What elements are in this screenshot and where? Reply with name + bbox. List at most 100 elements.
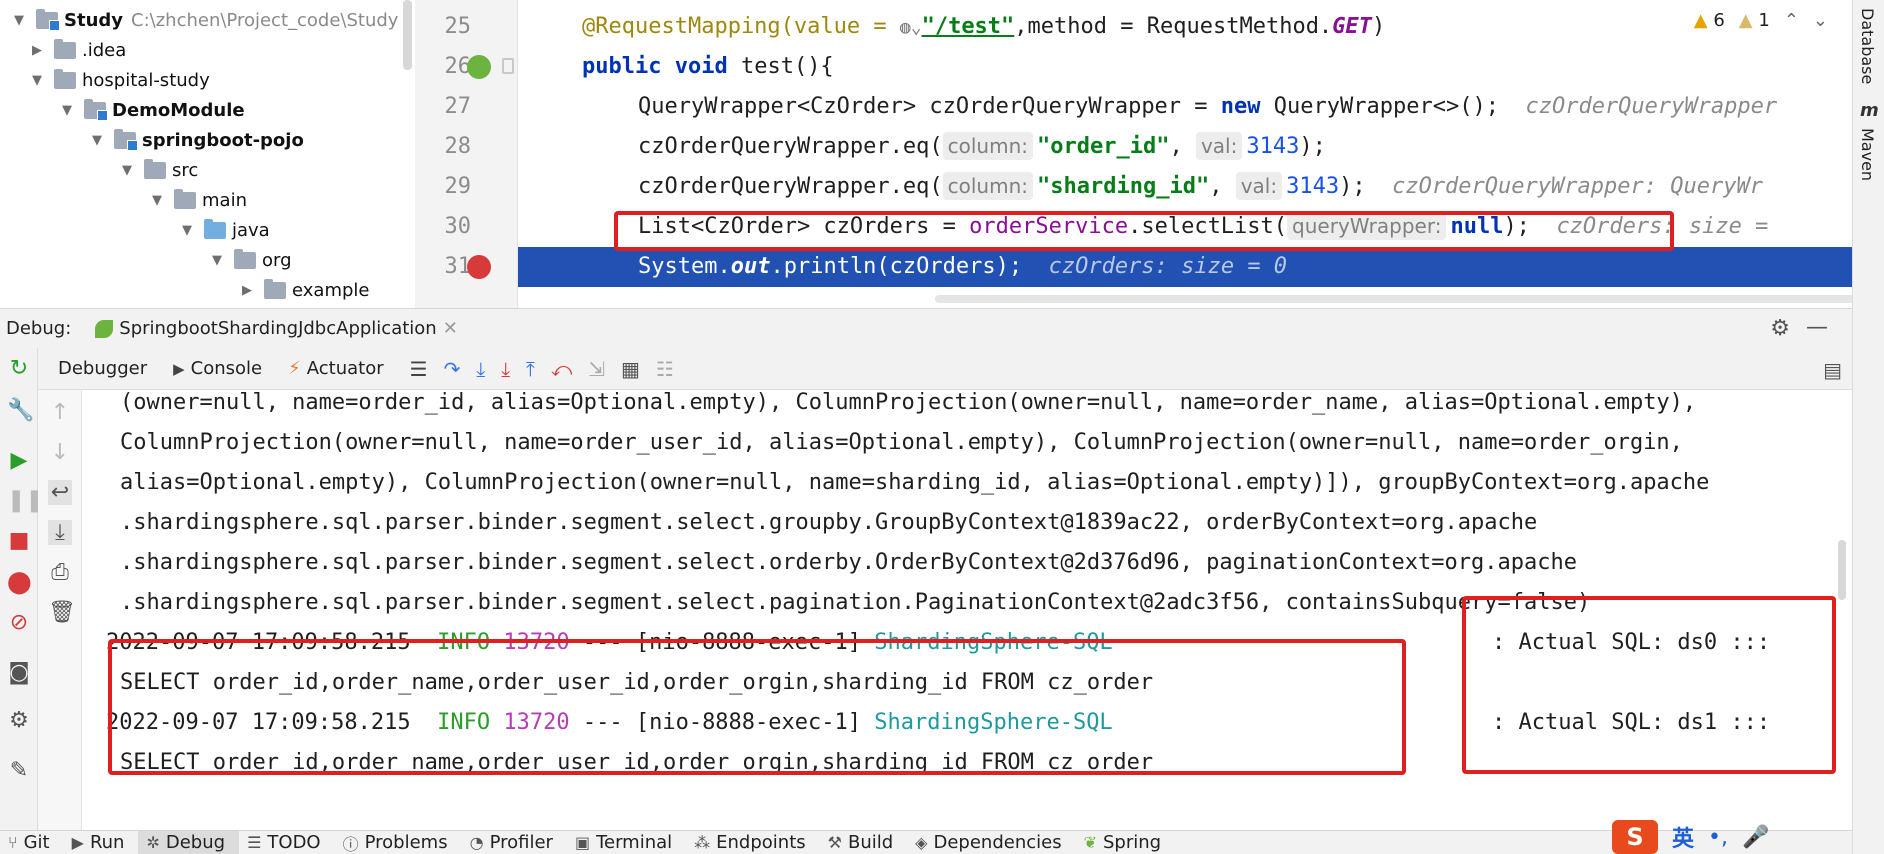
tool-run[interactable]: ▶ Run	[64, 831, 139, 854]
menu-icon[interactable]: ☰	[410, 357, 428, 381]
drop-frame-icon[interactable]: ⤺	[551, 357, 572, 381]
resume-icon[interactable]: ▶	[7, 448, 31, 473]
camera-icon[interactable]: ◙	[7, 660, 31, 685]
tree-item-demomodule[interactable]: ▼ DemoModule	[58, 95, 245, 125]
tool-git[interactable]: ⑂ Git	[0, 831, 64, 854]
chevron-down-icon[interactable]: ▼	[58, 103, 76, 118]
code-editor[interactable]: 25 26 27 28 29 30 31 @RequestMapping(val…	[415, 0, 1852, 308]
tab-actuator[interactable]: ⚡ Actuator	[288, 358, 384, 379]
stop-icon[interactable]: ■	[7, 528, 31, 553]
source-folder-icon	[204, 218, 226, 239]
tree-item-hospital-study[interactable]: ▼ hospital-study	[28, 65, 210, 95]
database-tool-button[interactable]: Database	[1858, 8, 1877, 84]
pin-icon[interactable]: ✎	[7, 758, 31, 783]
tool-endpoints[interactable]: ⁂ Endpoints	[686, 831, 820, 854]
trace-icon[interactable]: ☷	[656, 357, 674, 381]
print-icon[interactable]: ⎙	[48, 560, 72, 585]
maven-tool-button[interactable]: Maven	[1858, 128, 1877, 181]
ime-language[interactable]: 英	[1672, 821, 1694, 853]
mute-breakpoints-icon[interactable]: ⊘	[7, 610, 31, 635]
console-output[interactable]: (owner=null, name=order_id, alias=Option…	[82, 390, 1852, 830]
spring-icon: ❦	[1083, 833, 1097, 852]
tree-item-idea[interactable]: ▶ .idea	[28, 35, 126, 65]
chevron-down-icon[interactable]: ▼	[118, 163, 136, 178]
tab-run-config[interactable]: SpringbootShardingJdbcApplication ✕	[95, 318, 458, 339]
tree-item-org[interactable]: ▼ org	[208, 245, 292, 275]
terminal-icon: ▣	[574, 833, 591, 852]
code-line-25: @RequestMapping(value = ◍⌄"/test",method…	[582, 14, 1386, 39]
tool-problems[interactable]: ⓘ Problems	[335, 831, 462, 854]
chevron-down-icon[interactable]: ▼	[208, 253, 226, 268]
force-step-into-icon[interactable]: ⤓	[501, 357, 510, 381]
evaluate-expression-icon[interactable]: ▦	[621, 357, 640, 381]
tree-scrollbar[interactable]	[403, 0, 412, 70]
rerun-icon[interactable]: ↻	[7, 356, 31, 381]
tool-spring[interactable]: ❦ Spring	[1076, 831, 1176, 854]
view-breakpoints-icon[interactable]: ⬤	[7, 570, 32, 595]
code-line-31-execution-point: System.out.println(czOrders); czOrders: …	[518, 247, 1852, 287]
chevron-down-icon[interactable]: ⌄	[1813, 10, 1828, 31]
chevron-right-icon[interactable]: ▶	[28, 43, 46, 58]
console-line: (owner=null, name=order_id, alias=Option…	[120, 390, 1697, 415]
editor-gutter: 25 26 27 28 29 30 31	[415, 0, 518, 308]
step-out-icon[interactable]: ⤒	[526, 357, 535, 381]
line-number: 31	[444, 254, 472, 279]
tree-item-springboot-pojo[interactable]: ▼ springboot-pojo	[88, 125, 304, 155]
chevron-down-icon[interactable]: ▼	[28, 73, 46, 88]
chevron-up-icon[interactable]: ⌃	[1784, 10, 1799, 31]
gear-icon[interactable]: ⚙	[1770, 316, 1790, 341]
tool-dependencies[interactable]: ◈ Dependencies	[907, 831, 1075, 854]
tool-debug[interactable]: ✲ Debug	[138, 830, 240, 854]
fold-icon[interactable]	[502, 58, 514, 74]
tree-item-study[interactable]: ▼ Study C:\zhchen\Project_code\Study	[10, 5, 398, 35]
ime-punctuation-icon[interactable]: •,	[1708, 825, 1728, 850]
tool-build[interactable]: ⚒ Build	[820, 831, 908, 854]
arrow-up-icon[interactable]: ↑	[48, 400, 72, 425]
line-number: 30	[444, 214, 472, 239]
arrow-down-icon[interactable]: ↓	[48, 440, 72, 465]
tree-item-main[interactable]: ▼ main	[148, 185, 247, 215]
console-side-actions: ↑ ↓ ↩ ⤓ ⎙ 🗑	[38, 390, 82, 830]
tab-debugger[interactable]: Debugger	[58, 358, 147, 379]
folder-icon	[54, 38, 76, 59]
console-line: .shardingsphere.sql.parser.binder.segmen…	[120, 590, 1591, 615]
module-folder-icon	[84, 98, 108, 121]
breakpoint-icon[interactable]	[467, 255, 491, 279]
microphone-icon[interactable]: 🎤	[1742, 825, 1769, 850]
tool-profiler[interactable]: ◔ Profiler	[462, 831, 567, 854]
step-into-icon[interactable]: ⤓	[476, 357, 485, 381]
settings-wrench-icon[interactable]: 🔧	[7, 398, 34, 423]
run-to-cursor-icon[interactable]: ⇲	[588, 357, 605, 381]
spring-boot-icon	[95, 319, 114, 338]
tab-console[interactable]: ▶ Console	[173, 358, 262, 379]
chevron-down-icon[interactable]: ▼	[88, 133, 106, 148]
pause-icon[interactable]: ❚❚	[7, 488, 44, 513]
editor-horizontal-scrollbar[interactable]	[935, 295, 1852, 303]
line-number: 27	[444, 94, 472, 119]
ime-logo[interactable]: S	[1612, 820, 1658, 854]
soft-wrap-icon[interactable]: ↩	[48, 480, 72, 505]
chevron-down-icon[interactable]: ▼	[178, 223, 196, 238]
gear-icon[interactable]: ⚙	[7, 708, 31, 733]
trash-icon[interactable]: 🗑	[48, 600, 76, 625]
layout-icon[interactable]: ▤	[1823, 358, 1842, 382]
tool-todo[interactable]: ☰ TODO	[239, 831, 335, 854]
web-globe-icon[interactable]: ◍⌄	[900, 17, 922, 38]
scroll-to-end-icon[interactable]: ⤓	[48, 520, 72, 545]
inspection-widget[interactable]: ▲ 6 ▲ 1 ⌃ ⌄	[1694, 10, 1828, 31]
step-over-icon[interactable]: ↷	[444, 357, 461, 381]
bug-icon: ✲	[146, 833, 160, 852]
tree-item-example[interactable]: ▶ example	[238, 275, 369, 305]
console-scrollbar[interactable]	[1838, 540, 1846, 600]
chevron-down-icon[interactable]: ▼	[10, 13, 28, 28]
close-icon[interactable]: ✕	[443, 318, 458, 339]
chevron-right-icon[interactable]: ▶	[238, 283, 256, 298]
tree-item-java[interactable]: ▼ java	[178, 215, 270, 245]
tree-item-src[interactable]: ▼ src	[118, 155, 198, 185]
highlight-box-select-list	[614, 211, 1674, 251]
minimize-icon[interactable]: —	[1806, 315, 1828, 340]
chevron-down-icon[interactable]: ▼	[148, 193, 166, 208]
git-branch-icon: ⑂	[8, 833, 18, 852]
tool-terminal[interactable]: ▣ Terminal	[567, 831, 686, 854]
spring-bean-gutter-icon[interactable]	[467, 55, 491, 79]
